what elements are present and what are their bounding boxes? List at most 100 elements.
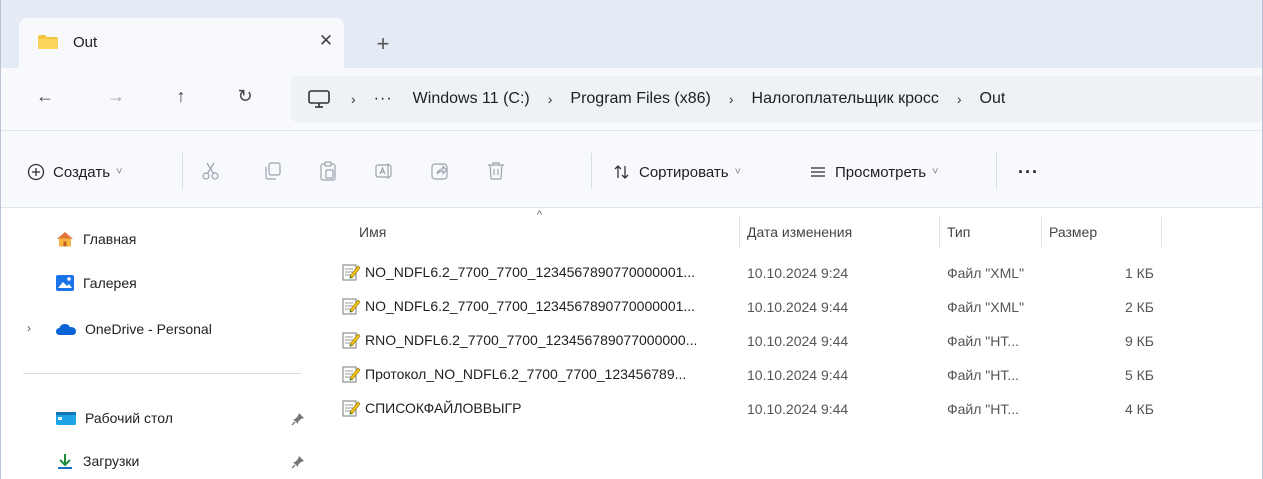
close-tab-icon[interactable]: ✕ <box>315 30 337 52</box>
breadcrumb-overflow-button[interactable]: ··· <box>374 90 393 108</box>
text-file-icon <box>342 264 361 281</box>
new-tab-button[interactable]: + <box>369 30 397 58</box>
download-arrow-icon <box>58 454 72 469</box>
sidebar-item-label: Главная <box>83 231 137 247</box>
column-divider[interactable] <box>739 217 740 247</box>
breadcrumb-item-program-files[interactable]: Program Files (x86) <box>570 90 710 108</box>
navigation-pane: Главная Галерея › OneDrive - Personal Ра… <box>1 209 319 479</box>
file-type: Файл "HT... <box>947 401 1020 417</box>
file-date: 10.10.2024 9:44 <box>747 367 849 383</box>
breadcrumb-separator: › <box>351 91 356 107</box>
chevron-down-icon: ˅ <box>116 166 123 178</box>
pin-icon[interactable] <box>291 412 305 426</box>
toolbar-divider <box>591 153 592 189</box>
breadcrumb-item-out[interactable]: Out <box>980 90 1006 108</box>
file-name: Протокол_NO_NDFL6.2_7700_7700_123456789.… <box>365 366 687 382</box>
file-name: RNO_NDFL6.2_7700_7700_123456789077000000… <box>365 332 698 348</box>
rename-icon[interactable] <box>373 160 395 182</box>
file-type: Файл "XML" <box>947 265 1025 281</box>
file-type: Файл "HT... <box>947 333 1020 349</box>
tab-out[interactable]: Out ✕ <box>19 18 344 68</box>
sidebar-divider <box>23 373 301 374</box>
file-size: 9 КБ <box>1124 333 1154 349</box>
file-size: 2 КБ <box>1124 299 1154 315</box>
sidebar-item-label: Рабочий стол <box>85 410 173 426</box>
sidebar-item-label: Галерея <box>83 275 137 291</box>
chevron-down-icon: ˅ <box>932 166 939 178</box>
home-icon <box>57 232 73 247</box>
pin-icon[interactable] <box>291 455 305 469</box>
column-header-type[interactable]: Тип <box>947 217 970 247</box>
breadcrumb-separator: › <box>728 91 734 107</box>
column-divider[interactable] <box>1161 217 1162 247</box>
file-row[interactable]: СПИСОКФАЙЛОВВЫГР 10.10.2024 9:44 Файл "H… <box>337 391 1187 425</box>
file-row[interactable]: RNO_NDFL6.2_7700_7700_123456789077000000… <box>337 323 1187 357</box>
view-label: Просмотреть <box>835 163 927 181</box>
file-date: 10.10.2024 9:44 <box>747 333 849 349</box>
text-file-icon <box>342 298 361 315</box>
view-list-icon <box>811 167 825 177</box>
view-button[interactable]: Просмотреть ˅ <box>809 159 938 185</box>
file-date: 10.10.2024 9:44 <box>747 401 849 417</box>
plus-circle-icon <box>27 163 45 181</box>
breadcrumb-item-drive[interactable]: Windows 11 (C:) <box>413 90 530 108</box>
sidebar-item-label: Загрузки <box>83 453 140 469</box>
breadcrumb-separator: › <box>547 91 553 107</box>
sidebar-item-downloads[interactable]: Загрузки <box>55 447 139 475</box>
back-button[interactable]: ← <box>31 82 59 110</box>
toolbar-divider <box>182 153 183 189</box>
more-options-button[interactable]: ··· <box>1018 159 1039 185</box>
breadcrumb-item-taxpayer[interactable]: Налогоплательщик кросс <box>752 90 939 108</box>
file-name-cell: RNO_NDFL6.2_7700_7700_123456789077000000… <box>341 331 697 349</box>
tab-strip: Out ✕ + <box>1 0 1262 68</box>
file-size: 1 КБ <box>1124 265 1154 281</box>
file-explorer-window: Out ✕ + ← → ↑ ↻ › ··· Windows 11 (C:) › … <box>0 0 1263 479</box>
column-divider[interactable] <box>939 217 940 247</box>
paste-icon[interactable] <box>317 160 339 182</box>
sidebar-item-desktop[interactable]: Рабочий стол <box>55 404 173 432</box>
file-date: 10.10.2024 9:24 <box>747 265 849 281</box>
address-bar[interactable]: › ··· Windows 11 (C:) › Program Files (x… <box>291 76 1262 122</box>
file-type: Файл "HT... <box>947 367 1020 383</box>
navigation-bar: ← → ↑ ↻ › ··· Windows 11 (C:) › Program … <box>1 68 1262 130</box>
computer-icon <box>308 90 330 108</box>
sort-button[interactable]: Сортировать ˅ <box>613 159 741 185</box>
tab-title: Out <box>73 34 98 51</box>
file-size: 5 КБ <box>1124 367 1154 383</box>
delete-icon[interactable] <box>485 160 507 182</box>
file-name-cell: Протокол_NO_NDFL6.2_7700_7700_123456789.… <box>341 365 686 383</box>
file-name: СПИСОКФАЙЛОВВЫГР <box>365 400 522 416</box>
toolbar-divider <box>996 153 997 189</box>
sort-icon <box>614 165 629 179</box>
column-header-date[interactable]: Дата изменения <box>747 217 852 247</box>
forward-button[interactable]: → <box>102 82 130 110</box>
desktop-icon <box>56 412 76 425</box>
create-label: Создать <box>53 163 111 181</box>
onedrive-cloud-icon <box>56 324 76 335</box>
file-name: NO_NDFL6.2_7700_7700_1234567890770000001… <box>365 298 696 314</box>
column-header-name[interactable]: Имя <box>359 217 386 247</box>
up-button[interactable]: ↑ <box>167 82 195 110</box>
sidebar-item-onedrive[interactable]: OneDrive - Personal <box>55 315 212 343</box>
file-row[interactable]: Протокол_NO_NDFL6.2_7700_7700_123456789.… <box>337 357 1187 391</box>
sidebar-item-home[interactable]: Главная <box>55 225 136 253</box>
file-row[interactable]: NO_NDFL6.2_7700_7700_1234567890770000001… <box>337 255 1187 289</box>
sidebar-item-gallery[interactable]: Галерея <box>55 269 137 297</box>
file-row[interactable]: NO_NDFL6.2_7700_7700_1234567890770000001… <box>337 289 1187 323</box>
text-file-icon <box>342 366 361 383</box>
expand-chevron-icon[interactable]: › <box>27 321 31 335</box>
gallery-icon <box>56 275 74 291</box>
refresh-button[interactable]: ↻ <box>231 82 259 110</box>
file-name-cell: NO_NDFL6.2_7700_7700_1234567890770000001… <box>341 263 695 281</box>
cut-icon[interactable] <box>200 160 222 182</box>
share-icon[interactable] <box>429 160 451 182</box>
copy-icon[interactable] <box>262 160 284 182</box>
column-header-size[interactable]: Размер <box>1049 217 1097 247</box>
column-divider[interactable] <box>1041 217 1042 247</box>
create-button[interactable]: Создать ˅ <box>27 159 122 185</box>
sort-ascending-icon: ^ <box>537 209 543 221</box>
file-date: 10.10.2024 9:44 <box>747 299 849 315</box>
file-name: NO_NDFL6.2_7700_7700_1234567890770000001… <box>365 264 696 280</box>
breadcrumb-separator: › <box>956 91 962 107</box>
file-list: ^ Имя Дата изменения Тип Размер NO_NDFL6… <box>319 209 1262 479</box>
